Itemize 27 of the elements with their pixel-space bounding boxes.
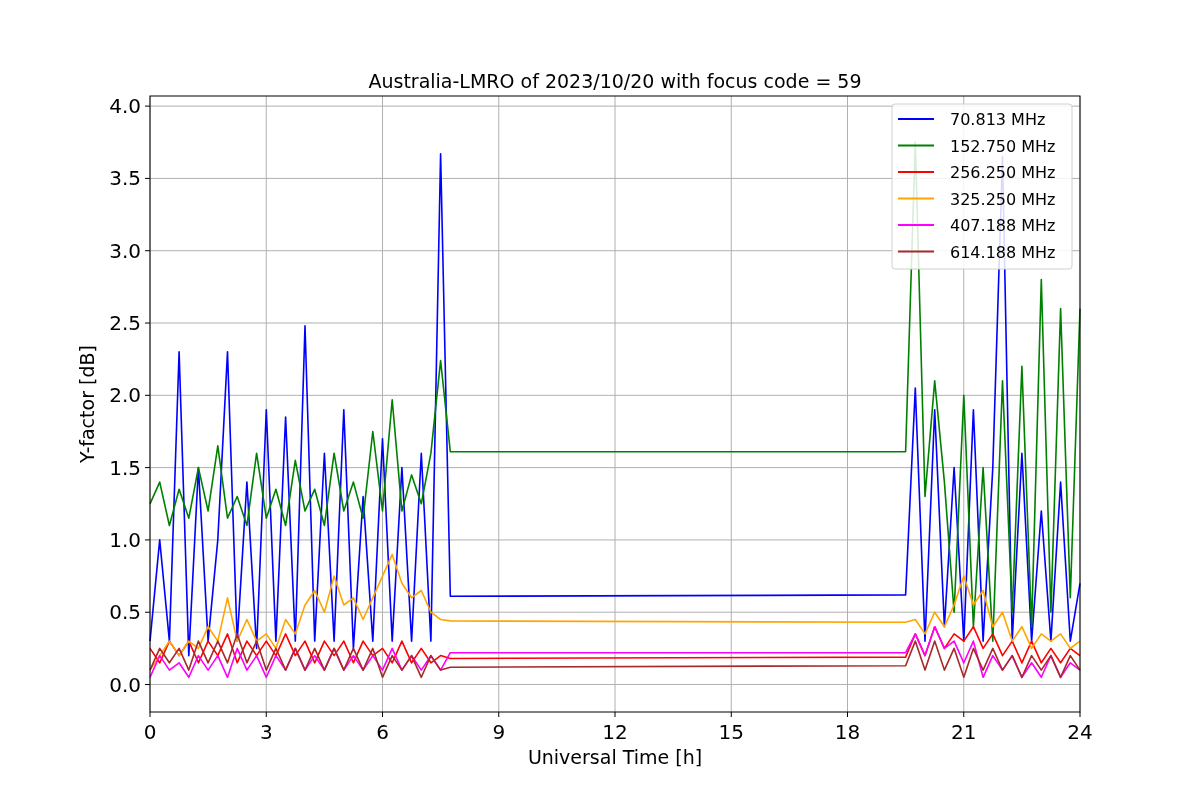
y-tick-label: 1.0 [109,527,141,552]
x-tick-label: 15 [718,720,744,744]
x-tick-label: 24 [1067,720,1093,744]
legend-label: 325.250 MHz [950,189,1056,209]
x-axis-label: Universal Time [h] [527,746,703,768]
legend-label: 614.188 MHz [950,242,1056,262]
x-tick-label: 6 [376,720,389,744]
x-tick-label: 3 [259,720,273,744]
y-axis-label: Y-factor [dB] [76,345,98,463]
x-tick-label: 0 [143,720,157,744]
y-tick-label: 4.0 [109,94,141,119]
x-tick-label: 12 [602,720,628,744]
y-tick-label: 0.5 [109,600,141,625]
y-tick-label: 2.5 [109,311,141,335]
y-tick-label: 0.0 [109,672,141,697]
legend-label: 256.250 MHz [950,163,1056,182]
y-tick-label: 3.0 [109,238,141,263]
x-tick-label: 9 [492,720,506,744]
legend-label: 70.813 MHz [950,110,1046,129]
x-tick-label: 18 [834,720,861,744]
chart-title: Australia-LMRO of 2023/10/20 with focus code = 59 [368,70,862,92]
y-tick-label: 2.0 [109,383,141,408]
legend-label: 152.750 MHz [950,136,1056,156]
x-tick-label: 21 [951,720,977,744]
y-tick-label: 1.5 [109,455,141,480]
legend-label: 407.188 MHz [950,216,1056,235]
y-tick-label: 3.5 [109,166,141,191]
